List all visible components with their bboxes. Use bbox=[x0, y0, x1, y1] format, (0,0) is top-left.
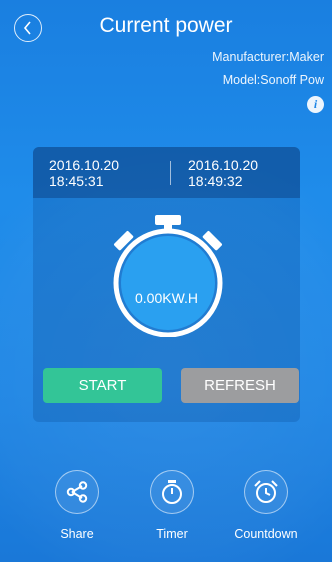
countdown-action[interactable]: Countdown bbox=[226, 470, 306, 541]
time-range-bar: 2016.10.20 18:45:31 2016.10.20 18:49:32 bbox=[33, 147, 300, 198]
end-time: 2016.10.20 18:49:32 bbox=[188, 157, 259, 189]
current-power-screen: Current power Manufacturer:Maker Model:S… bbox=[0, 0, 332, 562]
timer-action[interactable]: Timer bbox=[132, 470, 212, 541]
timer-label: Timer bbox=[156, 527, 188, 541]
start-time: 2016.10.20 18:45:31 bbox=[49, 157, 120, 189]
info-icon[interactable]: i bbox=[307, 96, 324, 113]
energy-reading: 0.00KW.H bbox=[134, 290, 199, 306]
model-label: Model:Sonoff Pow bbox=[222, 73, 324, 87]
start-button[interactable]: START bbox=[43, 368, 162, 403]
share-icon bbox=[66, 481, 88, 503]
alarm-clock-icon bbox=[254, 480, 278, 503]
page-title: Current power bbox=[99, 14, 233, 37]
power-panel: 2016.10.20 18:45:31 2016.10.20 18:49:32 … bbox=[33, 147, 300, 422]
share-label: Share bbox=[60, 527, 94, 541]
manufacturer-label: Manufacturer:Maker bbox=[212, 50, 324, 64]
refresh-button[interactable]: REFRESH bbox=[181, 368, 299, 403]
stopwatch-graphic bbox=[113, 215, 223, 337]
share-action[interactable]: Share bbox=[37, 470, 117, 541]
stopwatch-icon bbox=[162, 480, 182, 504]
time-divider bbox=[170, 161, 171, 185]
countdown-icon-circle[interactable] bbox=[244, 470, 288, 514]
share-icon-circle[interactable] bbox=[55, 470, 99, 514]
timer-icon-circle[interactable] bbox=[150, 470, 194, 514]
countdown-label: Countdown bbox=[234, 527, 298, 541]
